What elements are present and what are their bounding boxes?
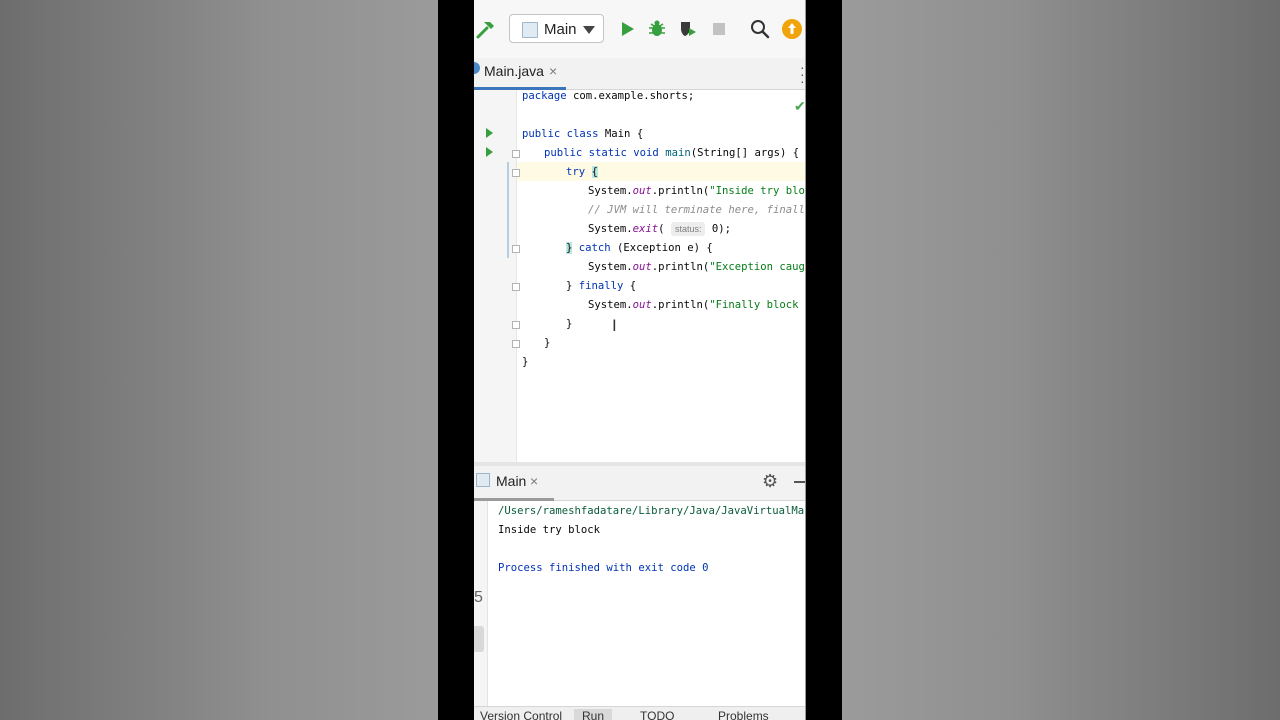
close-icon[interactable]: × <box>530 473 538 489</box>
run-console[interactable]: 5 /Users/rameshfadatare/Library/Java/Jav… <box>474 501 805 706</box>
code-line-9: } catch (Exception e) { <box>566 242 713 254</box>
tab-todo[interactable]: TODO <box>640 709 674 720</box>
parameter-hint: status: <box>670 222 706 236</box>
code-line-8: System.exit( status: 0); <box>588 222 731 236</box>
tab-run[interactable]: Run <box>574 709 613 720</box>
code-line-15: } <box>522 356 529 368</box>
code-editor[interactable]: ✔ package com.example.shorts; public cla… <box>474 90 805 462</box>
fold-marker[interactable] <box>512 340 520 348</box>
coverage-icon[interactable] <box>676 17 700 41</box>
code-line-5: try { <box>566 166 598 178</box>
code-line-6: System.out.println("Inside try block"); <box>588 185 805 197</box>
hammer-icon[interactable] <box>474 17 498 41</box>
no-problems-check-icon[interactable]: ✔ <box>794 98 805 115</box>
tab-main-java[interactable]: Main.java × <box>474 58 566 90</box>
fold-marker[interactable] <box>512 283 520 291</box>
minimize-icon[interactable] <box>794 481 805 483</box>
code-line-12: System.out.println("Finally block is exe <box>588 299 805 311</box>
code-line-11: } finally { <box>566 280 637 292</box>
run-configuration-selector[interactable]: Main <box>509 14 604 43</box>
scroll-to-end-button[interactable] <box>474 626 484 652</box>
fold-marker[interactable] <box>512 169 520 177</box>
update-icon[interactable] <box>780 17 804 41</box>
fold-marker[interactable] <box>512 245 520 253</box>
console-line-output: Inside try block <box>498 524 601 536</box>
code-line-13: } <box>566 318 573 330</box>
editor-tab-bar: Main.java × · · · <box>474 58 805 90</box>
code-line-7: // JVM will terminate here, finally bloc <box>588 204 805 216</box>
background-blur-left <box>0 0 438 720</box>
tab-problems[interactable]: Problems <box>718 709 769 720</box>
more-options-icon[interactable]: · · · <box>800 60 805 88</box>
close-icon[interactable]: × <box>549 63 557 79</box>
console-line-exit: Process finished with exit code 0 <box>498 562 709 574</box>
letterbox-right <box>806 0 842 720</box>
tab-label: Main.java <box>484 63 544 79</box>
run-tool-window-header: Main × ⚙ <box>474 466 805 501</box>
code-line-3: public class Main { <box>522 128 644 140</box>
debug-icon[interactable] <box>645 17 669 41</box>
change-marker <box>507 162 509 258</box>
console-line-command: /Users/rameshfadatare/Library/Java/JavaV… <box>498 505 805 517</box>
run-tab-label[interactable]: Main <box>496 473 526 489</box>
bottom-tool-bar: Version Control Run TODO Problems <box>474 706 805 720</box>
console-toolbar: 5 <box>474 501 488 706</box>
run-main-icon[interactable] <box>486 147 493 157</box>
text-cursor-icon: I <box>612 316 617 335</box>
tab-version-control[interactable]: Version Control <box>480 709 562 720</box>
ide-window: Main Main.java × · · · ✔ package com.exa… <box>474 0 805 720</box>
java-file-icon <box>474 62 480 74</box>
current-line-highlight <box>474 162 805 181</box>
code-line-4: public static void main(String[] args) { <box>544 147 800 159</box>
run-icon[interactable] <box>615 17 639 41</box>
chevron-down-icon <box>583 26 595 34</box>
search-icon[interactable] <box>748 17 772 41</box>
letterbox-left <box>438 0 474 720</box>
run-config-label: Main <box>544 21 577 38</box>
fold-marker[interactable] <box>512 321 520 329</box>
code-line-1: package com.example.shorts; <box>522 90 695 102</box>
background-blur-right <box>842 0 1280 720</box>
rerun-icon[interactable]: 5 <box>474 589 483 607</box>
code-line-10: System.out.println("Exception caught: " <box>588 261 805 273</box>
main-toolbar: Main <box>474 0 805 59</box>
editor-gutter <box>474 90 517 462</box>
run-config-icon <box>476 473 490 487</box>
gear-icon[interactable]: ⚙ <box>762 471 778 492</box>
code-line-14: } <box>544 337 551 349</box>
stop-icon[interactable] <box>707 17 731 41</box>
run-class-icon[interactable] <box>486 128 493 138</box>
run-config-icon <box>522 22 538 38</box>
fold-marker[interactable] <box>512 150 520 158</box>
